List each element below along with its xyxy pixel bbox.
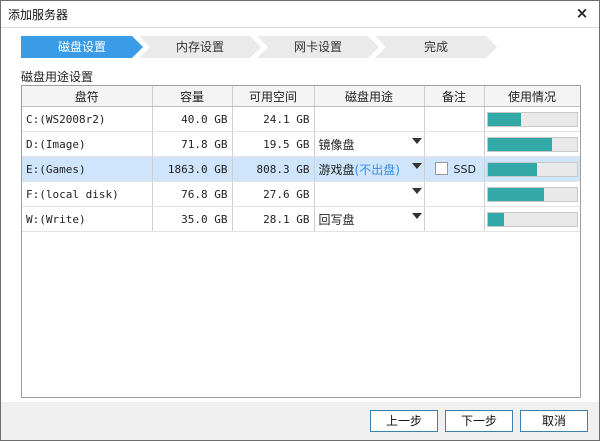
- usage-fill: [487, 187, 545, 201]
- usage-bar: [486, 111, 578, 127]
- col-capacity[interactable]: 容量: [152, 86, 233, 107]
- window-title: 添加服务器: [8, 8, 69, 22]
- step-disk-settings[interactable]: 磁盘设置: [21, 36, 143, 58]
- usage-cell: [484, 181, 580, 207]
- purpose-hint: (不出盘): [354, 162, 400, 177]
- chevron-down-icon[interactable]: [411, 163, 422, 169]
- free-space-cell: 19.5 GB: [232, 131, 315, 157]
- purpose-select: [314, 106, 425, 132]
- purpose-select[interactable]: 回写盘: [314, 206, 425, 232]
- table-row[interactable]: E:(Games) 1863.0 GB 808.3 GB 游戏盘(不出盘) SSD: [22, 156, 580, 182]
- note-cell: [424, 106, 485, 132]
- usage-bar: [486, 136, 578, 152]
- capacity-cell: 35.0 GB: [152, 206, 233, 232]
- capacity-cell: 76.8 GB: [152, 181, 233, 207]
- usage-bar: [486, 211, 578, 227]
- usage-cell: [484, 156, 580, 182]
- table-row[interactable]: W:(Write) 35.0 GB 28.1 GB 回写盘: [22, 206, 580, 232]
- usage-fill: [487, 137, 552, 151]
- capacity-cell: 1863.0 GB: [152, 156, 233, 182]
- step-nic-settings[interactable]: 网卡设置: [257, 36, 379, 58]
- chevron-down-icon[interactable]: [411, 138, 422, 144]
- title-bar: 添加服务器 ×: [1, 1, 599, 28]
- drive-cell: E:(Games): [22, 156, 153, 182]
- drive-cell: F:(local disk): [22, 181, 153, 207]
- drive-cell: D:(Image): [22, 131, 153, 157]
- chevron-down-icon[interactable]: [411, 213, 422, 219]
- table-row[interactable]: F:(local disk) 76.8 GB 27.6 GB: [22, 181, 580, 207]
- col-drive[interactable]: 盘符: [22, 86, 153, 107]
- free-space-cell: 808.3 GB: [232, 156, 315, 182]
- chevron-down-icon[interactable]: [411, 188, 422, 194]
- wizard-steps: 磁盘设置 内存设置 网卡设置 完成: [21, 36, 496, 58]
- close-icon[interactable]: ×: [573, 4, 591, 22]
- table-row[interactable]: D:(Image) 71.8 GB 19.5 GB 镜像盘: [22, 131, 580, 157]
- usage-fill: [487, 112, 522, 126]
- capacity-cell: 40.0 GB: [152, 106, 233, 132]
- table-header: 盘符 容量 可用空间 磁盘用途 备注 使用情况: [22, 86, 580, 107]
- step-finish[interactable]: 完成: [375, 36, 497, 58]
- purpose-select[interactable]: 镜像盘: [314, 131, 425, 157]
- usage-fill: [487, 212, 504, 226]
- note-value: SSD: [453, 163, 476, 176]
- add-server-dialog: 添加服务器 × 磁盘设置 内存设置 网卡设置 完成 磁盘用途设置 盘符 容量 可…: [0, 0, 600, 441]
- section-label: 磁盘用途设置: [21, 70, 94, 84]
- cancel-button[interactable]: 取消: [520, 410, 588, 432]
- usage-fill: [487, 162, 538, 176]
- table-row[interactable]: C:(WS2008r2) 40.0 GB 24.1 GB: [22, 106, 580, 132]
- note-cell: [424, 181, 485, 207]
- usage-bar: [486, 161, 578, 177]
- step-memory-settings[interactable]: 内存设置: [139, 36, 261, 58]
- drive-cell: W:(Write): [22, 206, 153, 232]
- free-space-cell: 24.1 GB: [232, 106, 315, 132]
- note-cell: [424, 206, 485, 232]
- col-usage[interactable]: 使用情况: [484, 86, 580, 107]
- usage-cell: [484, 106, 580, 132]
- usage-cell: [484, 131, 580, 157]
- purpose-value: 镜像盘: [318, 137, 355, 152]
- col-note[interactable]: 备注: [424, 86, 485, 107]
- purpose-value: 游戏盘: [318, 162, 355, 177]
- purpose-select[interactable]: [314, 181, 425, 207]
- dialog-content: 磁盘设置 内存设置 网卡设置 完成 磁盘用途设置 盘符 容量 可用空间 磁盘用途: [1, 28, 599, 402]
- capacity-cell: 71.8 GB: [152, 131, 233, 157]
- next-button[interactable]: 下一步: [445, 410, 513, 432]
- usage-cell: [484, 206, 580, 232]
- free-space-cell: 27.6 GB: [232, 181, 315, 207]
- drive-cell: C:(WS2008r2): [22, 106, 153, 132]
- purpose-select[interactable]: 游戏盘(不出盘): [314, 156, 425, 182]
- prev-button[interactable]: 上一步: [370, 410, 438, 432]
- disk-table: 盘符 容量 可用空间 磁盘用途 备注 使用情况 C:(WS2008r2) 40.0…: [21, 85, 581, 398]
- note-cell: SSD: [424, 156, 485, 182]
- col-disk-purpose[interactable]: 磁盘用途: [314, 86, 425, 107]
- note-cell: [424, 131, 485, 157]
- purpose-value: 回写盘: [318, 212, 355, 227]
- col-free-space[interactable]: 可用空间: [232, 86, 315, 107]
- usage-bar: [486, 186, 578, 202]
- ssd-checkbox[interactable]: [434, 162, 448, 175]
- free-space-cell: 28.1 GB: [232, 206, 315, 232]
- footer: 上一步 下一步 取消: [1, 402, 599, 440]
